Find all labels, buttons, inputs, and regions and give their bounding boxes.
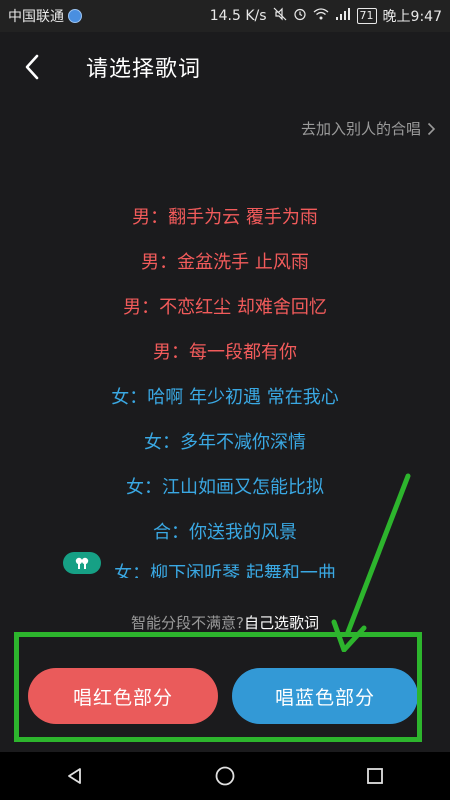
hint-text: 智能分段不满意?自己选歌词	[0, 612, 450, 633]
signal-icon	[335, 7, 351, 25]
join-chorus-link[interactable]: 去加入别人的合唱	[301, 118, 436, 139]
sing-blue-button[interactable]: 唱蓝色部分	[232, 668, 418, 724]
lyric-line[interactable]: 男：翻手为云 覆手为雨	[0, 206, 450, 230]
lyric-line[interactable]: 女：多年不减你深情	[0, 431, 450, 455]
system-nav-bar	[0, 752, 450, 800]
nav-back-button[interactable]	[45, 752, 105, 800]
nav-recent-icon	[367, 768, 383, 784]
custom-select-link[interactable]: 自己选歌词	[244, 614, 319, 632]
status-bar: 中国联通 14.5 K/s 71 晚上9:47	[0, 0, 450, 32]
lyric-line[interactable]: 男：金盆洗手 止风雨	[0, 251, 450, 275]
status-bar-left: 中国联通	[0, 6, 82, 26]
nav-home-button[interactable]	[195, 752, 255, 800]
back-button[interactable]	[0, 32, 64, 102]
alarm-icon	[293, 7, 307, 25]
lyrics-list[interactable]: 男：翻手为云 覆手为雨 男：金盆洗手 止风雨 男：不恋红尘 却难舍回忆 男：每一…	[0, 200, 450, 578]
lyric-line[interactable]: 男：每一段都有你	[0, 341, 450, 365]
lyric-line[interactable]: 女：哈啊 年少初遇 常在我心	[0, 386, 450, 410]
status-bar-right: 14.5 K/s 71 晚上9:47	[210, 6, 450, 26]
battery-icon: 71	[356, 8, 377, 24]
lyric-select-screen: 请选择歌词 去加入别人的合唱 男：翻手为云 覆手为雨 男：金盆洗手 止风雨 男：…	[0, 32, 450, 752]
nav-back-icon	[68, 768, 81, 784]
chevron-left-icon	[25, 54, 39, 80]
lyric-line[interactable]: 男：不恋红尘 却难舍回忆	[0, 296, 450, 320]
nav-recent-button[interactable]	[345, 752, 405, 800]
hint-prefix: 智能分段不满意?	[131, 614, 244, 632]
lyric-line[interactable]: 女：江山如画又怎能比拟	[0, 476, 450, 500]
sing-red-button[interactable]: 唱红色部分	[28, 668, 218, 724]
nav-home-icon	[215, 766, 235, 786]
join-chorus-label: 去加入别人的合唱	[300, 120, 421, 138]
page-title: 请选择歌词	[86, 57, 202, 82]
chevron-right-icon	[427, 122, 436, 135]
top-bar: 请选择歌词	[0, 32, 450, 102]
network-speed: 14.5 K/s	[209, 8, 267, 24]
wifi-icon	[313, 7, 329, 25]
clock: 晚上9:47	[382, 9, 442, 25]
carrier-label: 中国联通	[8, 9, 64, 25]
mute-icon	[273, 7, 287, 25]
lyric-line[interactable]: 合：你送我的风景	[0, 521, 450, 545]
shield-icon	[68, 9, 82, 23]
chorus-badge-icon	[63, 552, 101, 574]
